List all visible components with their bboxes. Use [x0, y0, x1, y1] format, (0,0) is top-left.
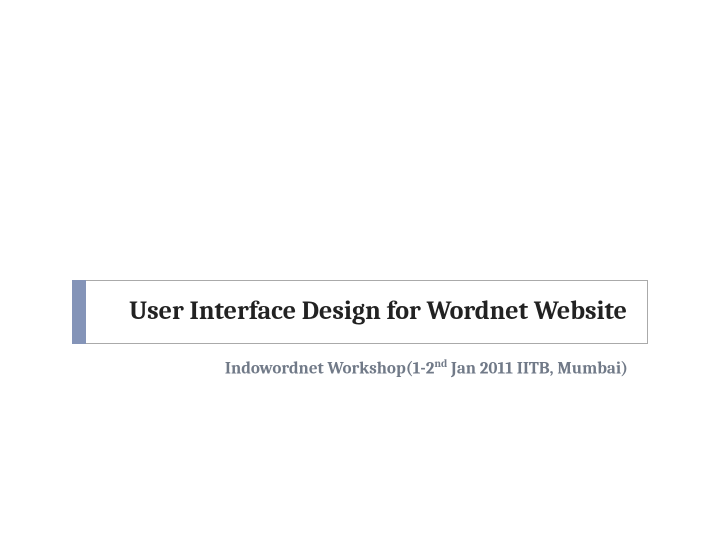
title-block: User Interface Design for Wordnet Websit… — [72, 280, 648, 344]
slide-subtitle: Indowordnet Workshop(1-2nd Jan 2011 IITB… — [104, 356, 628, 381]
title-content: User Interface Design for Wordnet Websit… — [86, 280, 648, 344]
subtitle-block: Indowordnet Workshop(1-2nd Jan 2011 IITB… — [72, 356, 648, 381]
slide-content: User Interface Design for Wordnet Websit… — [72, 280, 648, 381]
subtitle-prefix: Indowordnet Workshop(1-2 — [225, 359, 434, 378]
slide-title: User Interface Design for Wordnet Websit… — [104, 295, 627, 329]
accent-bar — [72, 280, 86, 344]
subtitle-superscript: nd — [434, 357, 447, 370]
subtitle-suffix: Jan 2011 IITB, Mumbai) — [447, 359, 628, 378]
